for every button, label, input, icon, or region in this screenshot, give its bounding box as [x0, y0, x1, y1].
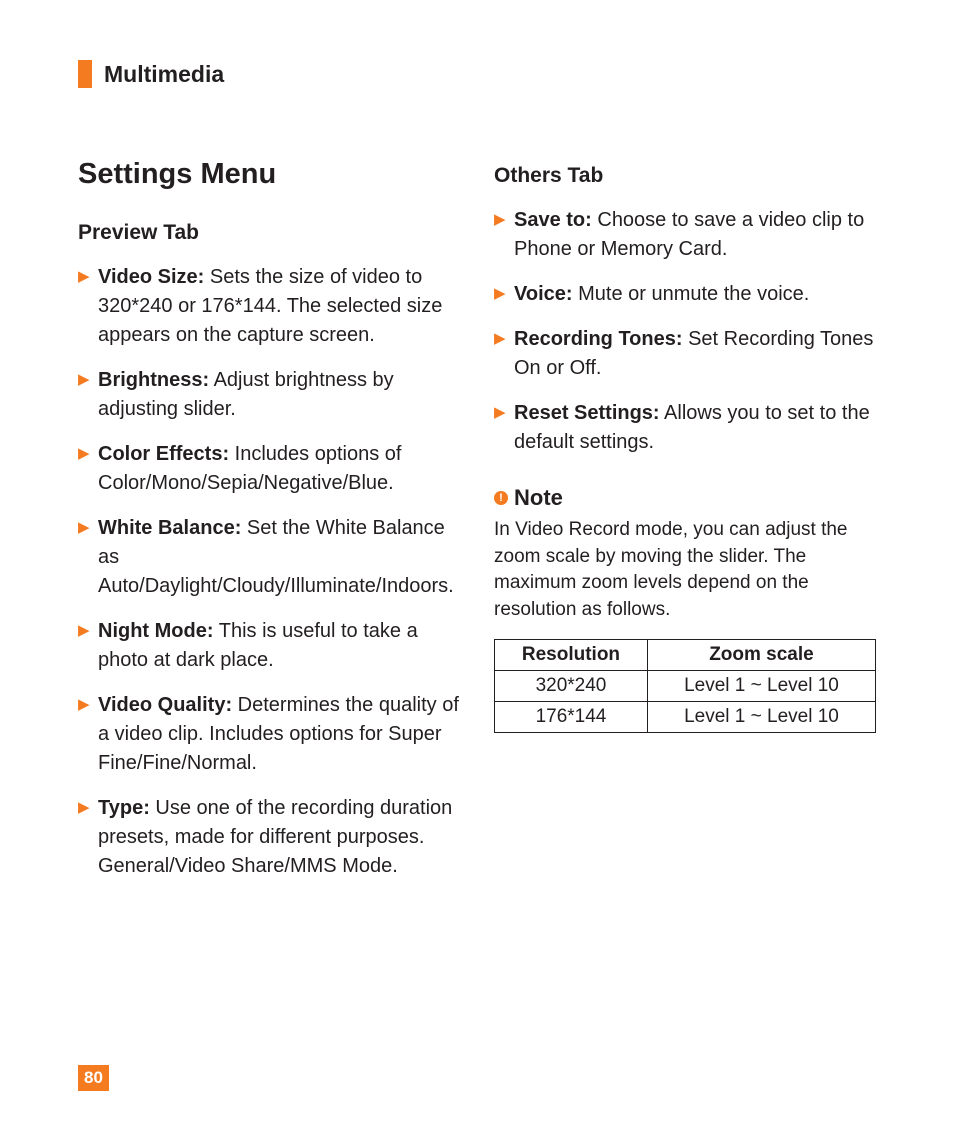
- note-body: In Video Record mode, you can adjust the…: [494, 517, 876, 623]
- list-item: ▶Recording Tones: Set Recording Tones On…: [494, 325, 876, 383]
- bullet-icon: ▶: [78, 269, 90, 284]
- item-label: White Balance:: [98, 517, 241, 539]
- table-cell: Level 1 ~ Level 10: [647, 702, 875, 733]
- bullet-icon: ▶: [494, 331, 506, 346]
- others-items: ▶Save to: Choose to save a video clip to…: [494, 206, 876, 457]
- table-header: Resolution: [495, 640, 648, 671]
- item-label: Recording Tones:: [514, 328, 683, 350]
- table-cell: 320*240: [495, 671, 648, 702]
- item-desc: Mute or unmute the voice.: [573, 283, 810, 305]
- list-item: ▶Reset Settings: Allows you to set to th…: [494, 399, 876, 457]
- bullet-icon: ▶: [78, 800, 90, 815]
- bullet-icon: ▶: [78, 372, 90, 387]
- item-label: Brightness:: [98, 369, 209, 391]
- note-block: ! Note In Video Record mode, you can adj…: [494, 485, 876, 733]
- section-header: Multimedia: [78, 60, 876, 88]
- list-item: ▶ Voice: Mute or unmute the voice.: [494, 280, 876, 309]
- table-header: Zoom scale: [647, 640, 875, 671]
- list-item: ▶Night Mode: This is useful to take a ph…: [78, 617, 460, 675]
- main-heading: Settings Menu: [78, 158, 460, 191]
- right-column: Others Tab ▶Save to: Choose to save a vi…: [494, 158, 876, 897]
- table-row: 176*144 Level 1 ~ Level 10: [495, 702, 876, 733]
- table-row: 320*240 Level 1 ~ Level 10: [495, 671, 876, 702]
- item-label: Voice:: [514, 283, 573, 305]
- others-tab-heading: Others Tab: [494, 164, 876, 188]
- bullet-icon: ▶: [78, 520, 90, 535]
- item-label: Color Effects:: [98, 443, 229, 465]
- item-label: Save to:: [514, 209, 592, 231]
- bullet-icon: ▶: [494, 286, 506, 301]
- bullet-icon: ▶: [78, 697, 90, 712]
- list-item: ▶Video Size: Sets the size of video to 3…: [78, 263, 460, 350]
- zoom-table: Resolution Zoom scale 320*240 Level 1 ~ …: [494, 639, 876, 733]
- list-item: ▶ Type: Use one of the recording duration…: [78, 794, 460, 881]
- page-number: 80: [78, 1065, 109, 1091]
- bullet-icon: ▶: [78, 446, 90, 461]
- table-cell: 176*144: [495, 702, 648, 733]
- list-item: ▶Video Quality: Determines the quality o…: [78, 691, 460, 778]
- item-desc: Use one of the recording duration preset…: [98, 797, 452, 877]
- item-label: Type:: [98, 797, 150, 819]
- note-icon: !: [494, 491, 508, 505]
- list-item: ▶Save to: Choose to save a video clip to…: [494, 206, 876, 264]
- section-title: Multimedia: [104, 61, 224, 88]
- preview-items: ▶Video Size: Sets the size of video to 3…: [78, 263, 460, 881]
- item-label: Night Mode:: [98, 620, 214, 642]
- accent-block: [78, 60, 92, 88]
- item-label: Video Size:: [98, 266, 204, 288]
- bullet-icon: ▶: [494, 212, 506, 227]
- item-label: Video Quality:: [98, 694, 232, 716]
- bullet-icon: ▶: [78, 623, 90, 638]
- list-item: ▶White Balance: Set the White Balance as…: [78, 514, 460, 601]
- table-cell: Level 1 ~ Level 10: [647, 671, 875, 702]
- item-label: Reset Settings:: [514, 402, 660, 424]
- left-column: Settings Menu Preview Tab ▶Video Size: S…: [78, 158, 460, 897]
- preview-tab-heading: Preview Tab: [78, 221, 460, 245]
- list-item: ▶Color Effects: Includes options of Colo…: [78, 440, 460, 498]
- note-title: Note: [514, 485, 563, 511]
- bullet-icon: ▶: [494, 405, 506, 420]
- list-item: ▶Brightness: Adjust brightness by adjust…: [78, 366, 460, 424]
